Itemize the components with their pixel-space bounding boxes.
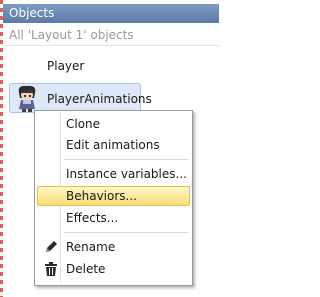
panel-title: Objects bbox=[9, 6, 55, 20]
objects-panel-header: Objects bbox=[3, 4, 219, 23]
character-sprite-icon bbox=[18, 85, 36, 112]
context-menu: Clone Edit animations Instance variables… bbox=[34, 110, 193, 286]
object-item-playeranimations[interactable]: PlayerAnimations bbox=[47, 92, 152, 106]
menu-item-edit-animations[interactable]: Edit animations bbox=[37, 135, 190, 155]
menu-item-clone[interactable]: Clone bbox=[37, 114, 190, 134]
object-item-player[interactable]: Player bbox=[47, 59, 84, 73]
menu-item-label: Delete bbox=[66, 262, 106, 276]
menu-item-label: Clone bbox=[66, 117, 101, 131]
menu-item-rename[interactable]: Rename bbox=[37, 237, 190, 257]
menu-item-delete[interactable]: Delete bbox=[37, 259, 190, 279]
menu-item-label: Behaviors... bbox=[66, 189, 137, 203]
menu-item-label: Rename bbox=[66, 240, 116, 254]
menu-item-label: Instance variables... bbox=[66, 167, 187, 181]
pencil-icon bbox=[46, 241, 57, 252]
divider bbox=[3, 45, 219, 46]
menu-item-label: Effects... bbox=[66, 211, 119, 225]
trash-icon bbox=[45, 262, 57, 276]
menu-item-label: Edit animations bbox=[66, 138, 160, 152]
menu-separator bbox=[64, 232, 188, 233]
layout-objects-label[interactable]: All 'Layout 1' objects bbox=[9, 28, 134, 42]
menu-item-instance-variables[interactable]: Instance variables... bbox=[37, 164, 190, 184]
menu-separator bbox=[64, 159, 188, 160]
menu-item-behaviors[interactable]: Behaviors... bbox=[37, 186, 190, 206]
menu-item-effects[interactable]: Effects... bbox=[37, 208, 190, 228]
